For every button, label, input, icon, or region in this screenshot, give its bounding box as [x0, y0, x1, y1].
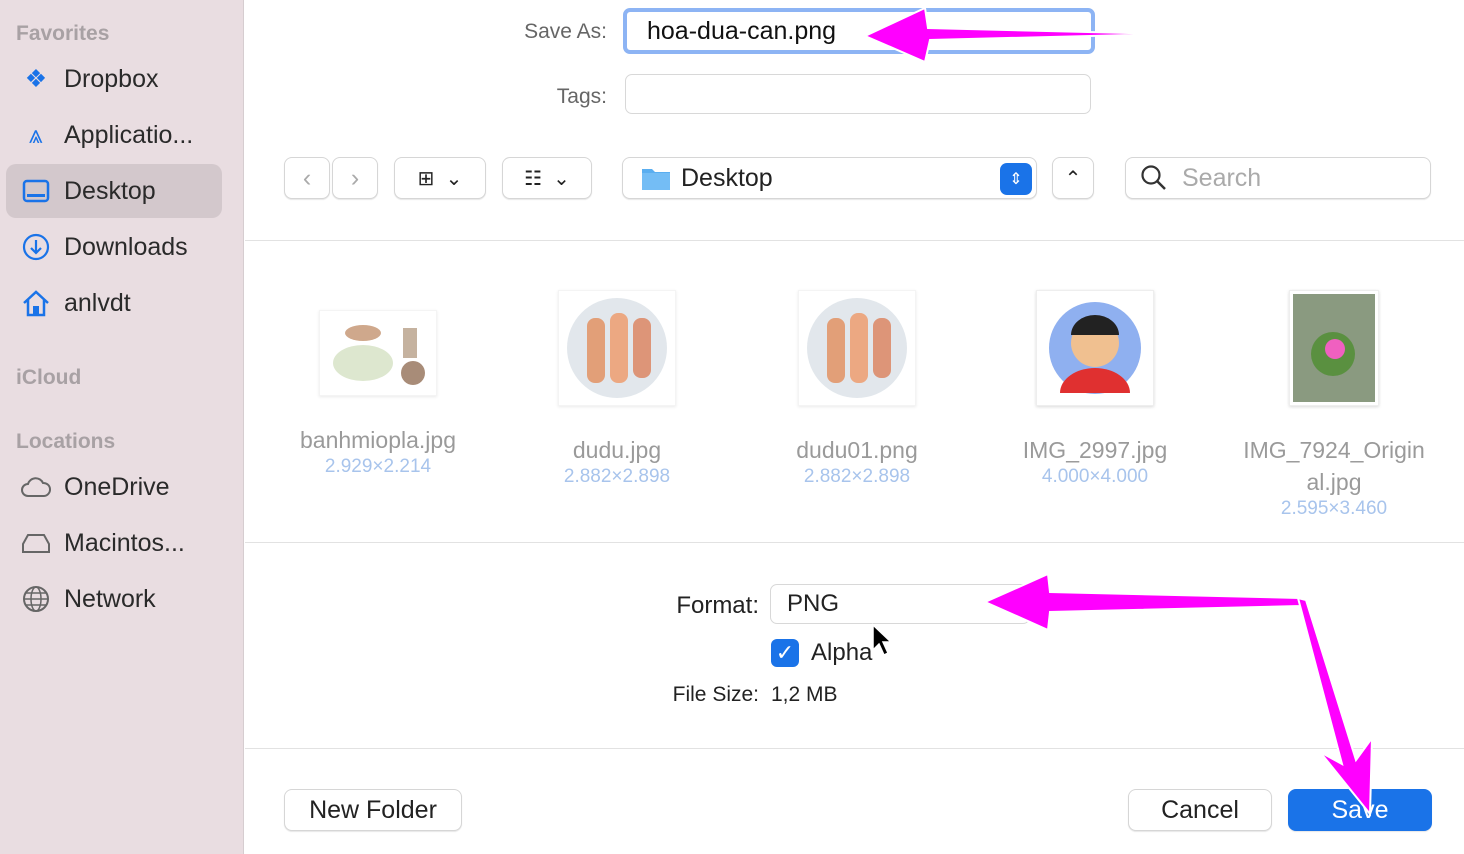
cloud-icon [20, 471, 52, 503]
desktop-icon [20, 175, 52, 207]
sidebar-item-downloads[interactable]: Downloads [6, 220, 222, 274]
location-select[interactable]: Desktop ⇕ [622, 157, 1037, 199]
file-thumbnail [1036, 290, 1154, 406]
divider [245, 748, 1464, 749]
grid-icon: ⊞ [417, 167, 435, 190]
globe-icon [20, 583, 52, 615]
applications-icon: ⩓ [28, 120, 44, 149]
search-input[interactable]: Search [1125, 157, 1431, 199]
up-down-chevron-icon: ⇕ [1000, 163, 1032, 195]
file-item[interactable]: dudu.jpg 2.882×2.898 [502, 290, 732, 488]
save-dialog: Save As: hoa-dua-can.png Tags: ‹ › ⊞ ⌄ ☷… [245, 0, 1464, 854]
file-item[interactable]: IMG_7924_Origin al.jpg 2.595×3.460 [1219, 290, 1449, 520]
locations-heading: Locations [16, 430, 116, 453]
downloads-icon [20, 231, 52, 263]
chevron-down-icon: ⌄ [553, 167, 570, 190]
new-folder-button[interactable]: New Folder [284, 789, 462, 831]
format-select[interactable]: PNG [770, 584, 1030, 624]
chevron-left-icon: ‹ [302, 163, 312, 192]
cancel-button[interactable]: Cancel [1128, 789, 1272, 831]
file-thumbnail [319, 310, 437, 396]
sidebar-item-onedrive[interactable]: OneDrive [6, 460, 222, 514]
home-icon [20, 287, 52, 319]
icon-view-button[interactable]: ⊞ ⌄ [394, 157, 486, 199]
chevron-down-icon: ⌄ [445, 167, 463, 190]
save-as-label: Save As: [524, 20, 607, 43]
sidebar-item-network[interactable]: Network [6, 572, 222, 626]
divider [245, 240, 1464, 241]
sidebar-item-macintosh[interactable]: Macintos... [6, 516, 222, 570]
checkmark-icon: ✓ [775, 640, 795, 665]
sidebar-item-home[interactable]: anlvdt [6, 276, 222, 330]
save-as-input[interactable]: hoa-dua-can.png [623, 8, 1095, 54]
file-thumbnail [558, 290, 676, 406]
file-item[interactable]: banhmiopla.jpg 2.929×2.214 [263, 310, 493, 478]
chevron-up-icon: ⌃ [1064, 167, 1082, 190]
tags-input[interactable] [625, 74, 1091, 114]
file-thumbnail [1289, 290, 1379, 406]
sidebar: Favorites ❖ Dropbox ⩓ Applicatio... Deskto… [0, 0, 244, 854]
file-item[interactable]: dudu01.png 2.882×2.898 [742, 290, 972, 488]
alpha-checkbox[interactable]: ✓ [771, 639, 799, 667]
tags-label: Tags: [556, 85, 607, 108]
dropbox-icon: ❖ [24, 65, 48, 93]
save-button[interactable]: Save [1288, 789, 1432, 831]
gallery-icon: ☷ [524, 167, 543, 190]
file-size-value: 1,2 MB [771, 683, 838, 706]
group-view-button[interactable]: ☷ ⌄ [502, 157, 592, 199]
icloud-heading: iCloud [16, 366, 82, 389]
favorites-heading: Favorites [16, 22, 110, 45]
divider [245, 542, 1464, 543]
format-label: Format: [676, 592, 759, 619]
collapse-button[interactable]: ⌃ [1052, 157, 1094, 199]
alpha-label: Alpha [811, 639, 873, 666]
forward-button[interactable]: › [332, 157, 378, 199]
file-item[interactable]: IMG_2997.jpg 4.000×4.000 [980, 290, 1210, 488]
sidebar-item-dropbox[interactable]: ❖ Dropbox [6, 52, 222, 106]
file-size-label: File Size: [672, 683, 759, 706]
file-thumbnail [798, 290, 916, 406]
sidebar-item-applications[interactable]: ⩓ Applicatio... [6, 108, 222, 162]
back-button[interactable]: ‹ [284, 157, 330, 199]
search-icon [1141, 165, 1166, 190]
chevron-right-icon: › [350, 163, 360, 192]
sidebar-item-desktop[interactable]: Desktop [6, 164, 222, 218]
folder-icon [642, 169, 670, 190]
disk-icon [20, 527, 52, 559]
